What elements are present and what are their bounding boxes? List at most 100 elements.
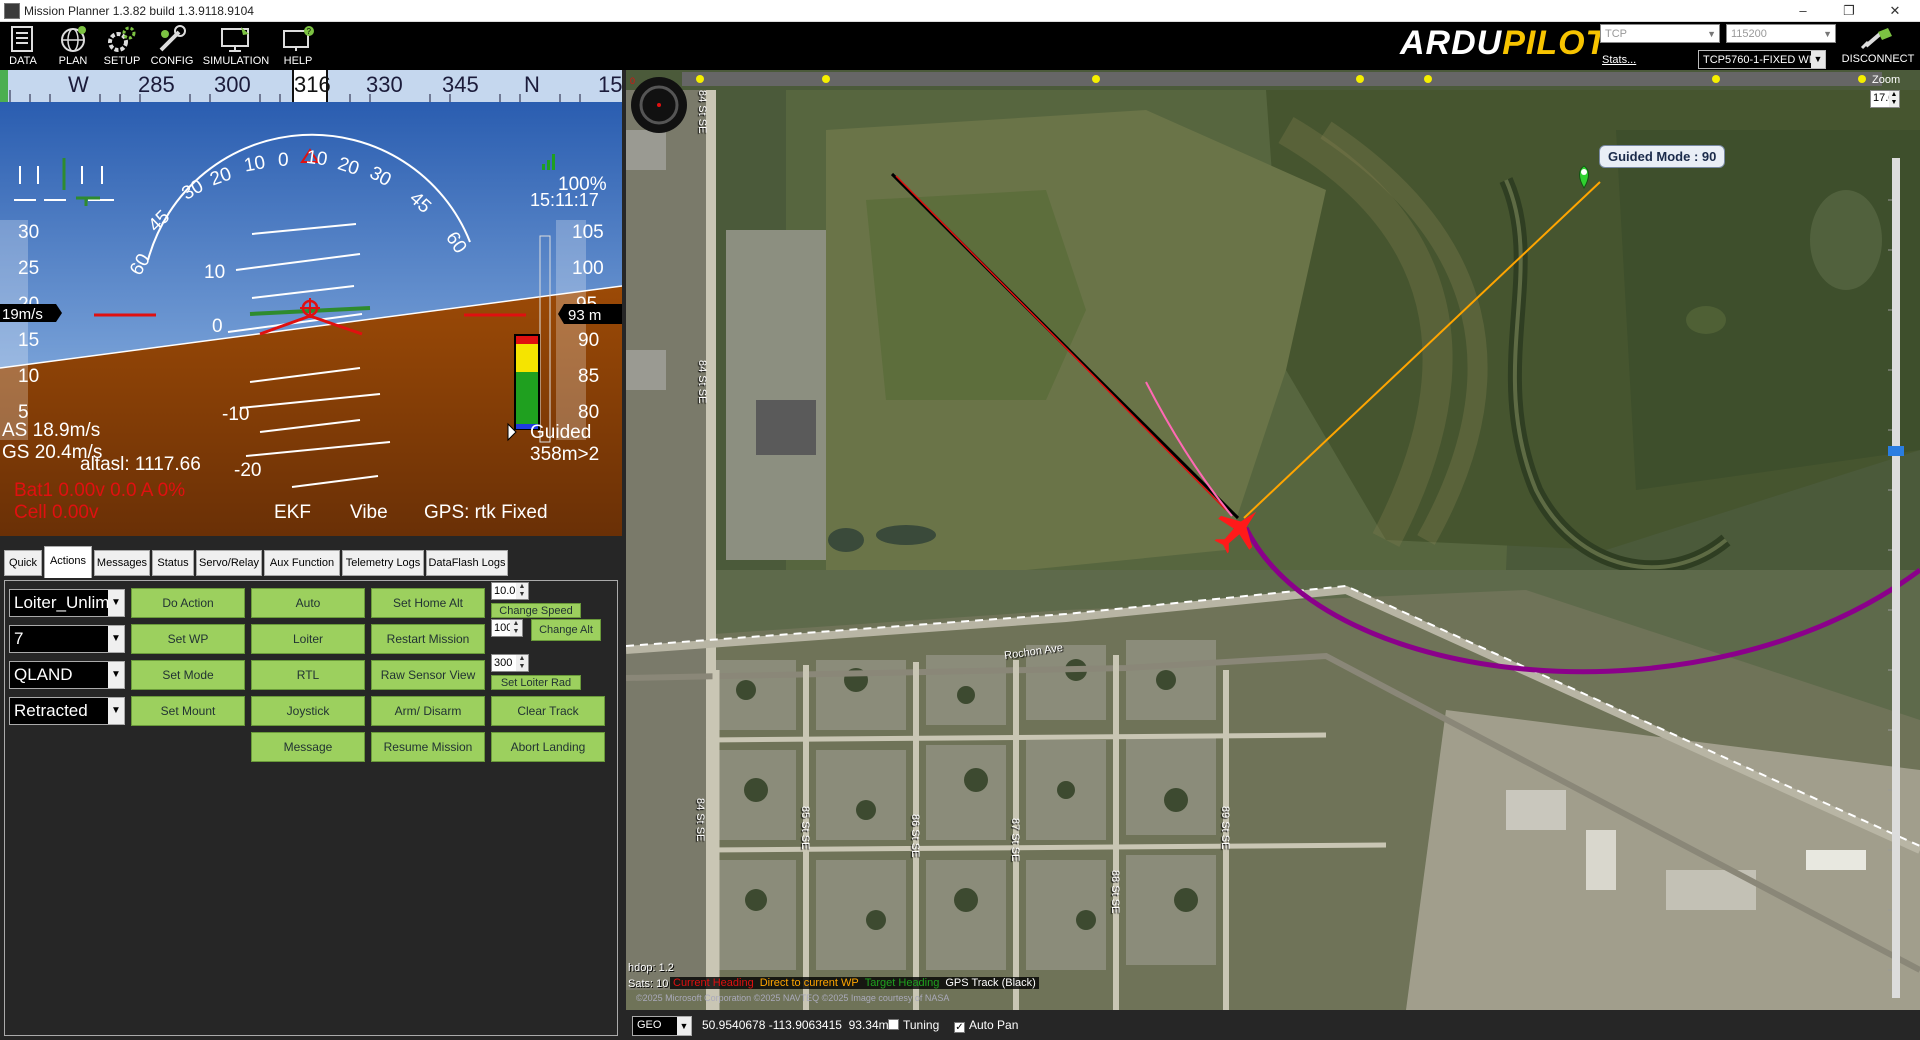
set-mount-button[interactable]: Set Mount <box>131 696 245 726</box>
help-label: HELP <box>283 55 313 67</box>
chevron-down-icon: ▼ <box>108 626 124 652</box>
spinner-icon[interactable]: ▲ ▼ <box>516 655 528 671</box>
zoom-input[interactable]: 17.0 ▲ ▼ <box>1870 90 1900 108</box>
roll-10-right: 10 <box>305 147 329 171</box>
mount-select[interactable]: Retracted ▼ <box>9 697 125 725</box>
restore-icon[interactable]: ❐ <box>1826 0 1872 22</box>
hud-time: 15:11:17 <box>530 190 599 210</box>
flight-data-tabs: Quick Actions Messages Status Servo/Rela… <box>0 536 622 1040</box>
minimize-icon[interactable]: – <box>1780 0 1826 22</box>
sats-readout: Sats: 10 <box>628 978 669 990</box>
gps-status: GPS: rtk Fixed <box>424 502 548 523</box>
window-title: Mission Planner 1.3.82 build 1.3.9118.91… <box>24 4 254 18</box>
simulation-button[interactable]: SIMULATION <box>202 24 270 68</box>
chevron-down-icon: ▼ <box>108 590 124 616</box>
tab-dataflash-logs[interactable]: DataFlash Logs <box>426 550 508 576</box>
baud-rate-select[interactable]: 115200 ▼ <box>1726 24 1836 43</box>
data-button[interactable]: DATA <box>2 24 44 68</box>
svg-text:0: 0 <box>630 76 635 86</box>
tab-servo-relay[interactable]: Servo/Relay <box>196 550 262 576</box>
change-speed-button[interactable]: Change Speed <box>491 603 581 618</box>
coordinate-type-value: GEO <box>637 1019 662 1031</box>
mount-value: Retracted <box>14 701 88 720</box>
connection-port-select[interactable]: TCP5760-1-FIXED WIN ▼ <box>1698 50 1826 69</box>
ardupilot-logo: ARDUPILOT <box>1400 24 1607 63</box>
wrench-icon <box>159 25 186 52</box>
speed-input[interactable]: 10.0 ▲ ▼ <box>491 582 529 600</box>
flight-mode: Guided <box>530 422 592 443</box>
alt-90: 90 <box>578 330 599 351</box>
loiter-button[interactable]: Loiter <box>251 624 365 654</box>
vibe-status[interactable]: Vibe <box>350 502 388 524</box>
resume-mission-button[interactable]: Resume Mission <box>371 732 485 762</box>
arm-disarm-button[interactable]: Arm/ Disarm <box>371 696 485 726</box>
globe-icon <box>61 26 86 52</box>
coordinates-value: 50.9540678 -113.9063415 <box>702 1018 842 1032</box>
tab-messages[interactable]: Messages <box>94 550 150 576</box>
mode-select[interactable]: QLAND ▼ <box>9 661 125 689</box>
map-legend: Current Heading Direct to current WP Targe… <box>670 977 1039 992</box>
zoom-slider-track[interactable] <box>1892 158 1900 998</box>
set-wp-button[interactable]: Set WP <box>131 624 245 654</box>
waypoint-select[interactable]: 7 ▼ <box>9 625 125 653</box>
zoom-slider-thumb[interactable] <box>1888 446 1904 456</box>
guided-mode-label: Guided Mode : 90 <box>1599 145 1726 168</box>
tab-actions[interactable]: Actions <box>44 546 92 578</box>
heading-tape: W 285 300 316 330 345 N 15 <box>0 70 622 102</box>
loiter-radius-input[interactable]: 300 ▲ ▼ <box>491 654 529 672</box>
tab-quick[interactable]: Quick <box>4 550 42 576</box>
restart-mission-button[interactable]: Restart Mission <box>371 624 485 654</box>
close-icon[interactable]: ✕ <box>1872 0 1918 22</box>
legend-gps-track: GPS Track (Black) <box>942 977 1039 989</box>
rtl-button[interactable]: RTL <box>251 660 365 690</box>
roll-10-left: 10 <box>242 152 266 176</box>
altitude-input[interactable]: 100 ▲ ▼ <box>491 619 523 637</box>
app-icon <box>4 3 20 19</box>
set-loiter-rad-button[interactable]: Set Loiter Rad <box>491 675 581 690</box>
auto-pan-checkbox[interactable]: ✓ Auto Pan <box>954 1018 1018 1033</box>
tab-status[interactable]: Status <box>152 550 194 576</box>
map-view[interactable]: 0 Guided Mode: 90 Zoom 17.0 ▲ ▼ 84 St S… <box>626 70 1920 1010</box>
road-label-85st: 85 St SE <box>799 806 811 850</box>
message-button[interactable]: Message <box>251 732 365 762</box>
tuning-label: Tuning <box>903 1018 940 1032</box>
legend-current-heading: Current Heading <box>670 977 757 989</box>
alt-85: 85 <box>578 366 599 387</box>
auto-button[interactable]: Auto <box>251 588 365 618</box>
ekf-status[interactable]: EKF <box>274 502 311 524</box>
tuning-checkbox[interactable]: Tuning <box>888 1018 939 1032</box>
checkbox-icon[interactable] <box>888 1019 899 1030</box>
plan-button[interactable]: PLAN <box>52 24 94 68</box>
coordinate-type-select[interactable]: GEO ▼ <box>632 1016 692 1036</box>
setup-button[interactable]: SETUP <box>100 24 144 68</box>
abort-landing-button[interactable]: Abort Landing <box>491 732 605 762</box>
tab-aux-function[interactable]: Aux Function <box>264 550 340 576</box>
connection-type-select[interactable]: TCP ▼ <box>1600 24 1720 43</box>
clear-track-button[interactable]: Clear Track <box>491 696 605 726</box>
mission-command-value: Loiter_Unlim <box>14 593 110 612</box>
checkbox-checked-icon[interactable]: ✓ <box>954 1022 965 1033</box>
map-status-bar: GEO ▼ 50.9540678 -113.9063415 93.34m Tuni… <box>626 1010 1920 1040</box>
joystick-button[interactable]: Joystick <box>251 696 365 726</box>
raw-sensor-view-button[interactable]: Raw Sensor View <box>371 660 485 690</box>
mission-command-select[interactable]: Loiter_Unlim ▼ <box>9 589 125 617</box>
waypoint-value: 7 <box>14 629 24 648</box>
loiter-radius-value: 300 <box>494 657 513 669</box>
stats-link[interactable]: Stats... <box>1602 54 1636 66</box>
change-alt-button[interactable]: Change Alt <box>531 619 601 641</box>
spinner-icon[interactable]: ▲ ▼ <box>510 620 522 636</box>
disconnect-button[interactable]: DISCONNECT <box>1840 26 1916 65</box>
mode-value: QLAND <box>14 665 73 684</box>
do-action-button[interactable]: Do Action <box>131 588 245 618</box>
connection-port-value: TCP5760-1-FIXED WIN <box>1703 54 1820 66</box>
tab-telemetry-logs[interactable]: Telemetry Logs <box>342 550 424 576</box>
spinner-icon[interactable]: ▲ ▼ <box>1889 91 1899 107</box>
simulation-label: SIMULATION <box>202 55 270 67</box>
spinner-icon[interactable]: ▲ ▼ <box>516 583 528 599</box>
speed-10: 10 <box>18 366 39 387</box>
road-label-84st-1: 84 St SE <box>696 90 708 134</box>
set-mode-button[interactable]: Set Mode <box>131 660 245 690</box>
set-home-alt-button[interactable]: Set Home Alt <box>371 588 485 618</box>
help-button[interactable]: ? HELP <box>276 24 320 68</box>
config-button[interactable]: CONFIG <box>148 24 196 68</box>
